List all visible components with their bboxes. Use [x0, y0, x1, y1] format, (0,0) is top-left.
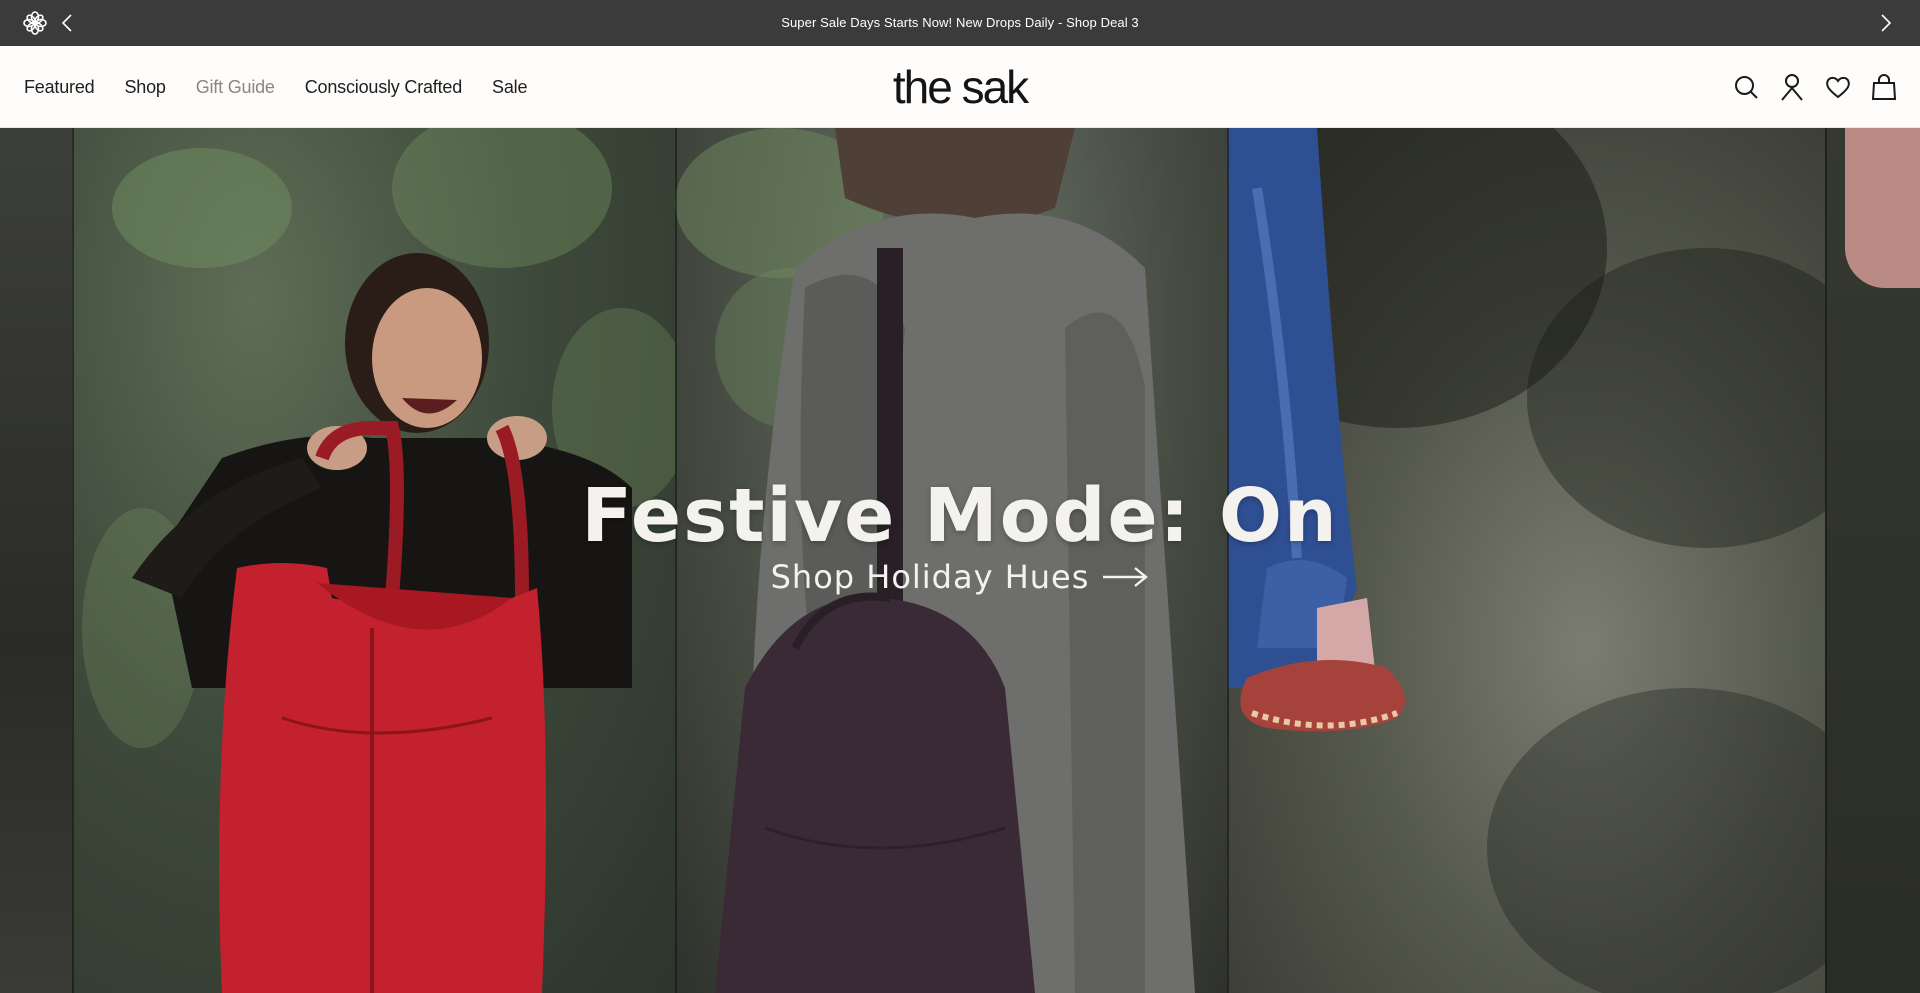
- shop-holiday-hues-link[interactable]: Shop Holiday Hues: [771, 558, 1150, 596]
- account-icon: [1781, 74, 1803, 101]
- search-button[interactable]: [1732, 73, 1760, 101]
- cart-button[interactable]: [1870, 73, 1898, 101]
- cart-icon: [1871, 74, 1897, 100]
- hero-cta-label: Shop Holiday Hues: [770, 558, 1090, 596]
- nav-item-consciously-crafted[interactable]: Consciously Crafted: [305, 77, 462, 98]
- hero-banner[interactable]: Festive Mode: On Shop Holiday Hues: [0, 128, 1920, 993]
- announcement-message-container: Super Sale Days Starts Now! New Drops Da…: [0, 0, 1920, 46]
- arrow-right-icon: [1103, 567, 1149, 587]
- main-nav: Featured Shop Gift Guide Consciously Cra…: [24, 46, 557, 128]
- announcement-prev-button[interactable]: [57, 11, 77, 35]
- hero-cta: Shop Holiday Hues: [0, 558, 1920, 596]
- hero-headline: Festive Mode: On: [581, 473, 1339, 559]
- announcement-message-link[interactable]: Super Sale Days Starts Now! New Drops Da…: [781, 15, 1139, 30]
- nav-item-gift-guide[interactable]: Gift Guide: [196, 77, 275, 98]
- chevron-left-icon: [61, 14, 72, 32]
- brand-logo[interactable]: the sak: [880, 60, 1040, 114]
- flower-logo-icon[interactable]: [22, 10, 48, 36]
- search-icon: [1735, 76, 1758, 99]
- header-actions: [1714, 46, 1898, 128]
- partial-figure-decor: [1845, 128, 1920, 288]
- wishlist-icon: [1826, 76, 1850, 99]
- account-button[interactable]: [1778, 73, 1806, 101]
- site-header: Featured Shop Gift Guide Consciously Cra…: [0, 46, 1920, 128]
- nav-item-shop[interactable]: Shop: [124, 77, 165, 98]
- nav-item-sale[interactable]: Sale: [492, 77, 527, 98]
- announcement-bar: Super Sale Days Starts Now! New Drops Da…: [0, 0, 1920, 46]
- chevron-right-icon: [1881, 14, 1892, 32]
- wishlist-button[interactable]: [1824, 73, 1852, 101]
- announcement-next-button[interactable]: [1876, 11, 1896, 35]
- nav-item-featured[interactable]: Featured: [24, 77, 95, 98]
